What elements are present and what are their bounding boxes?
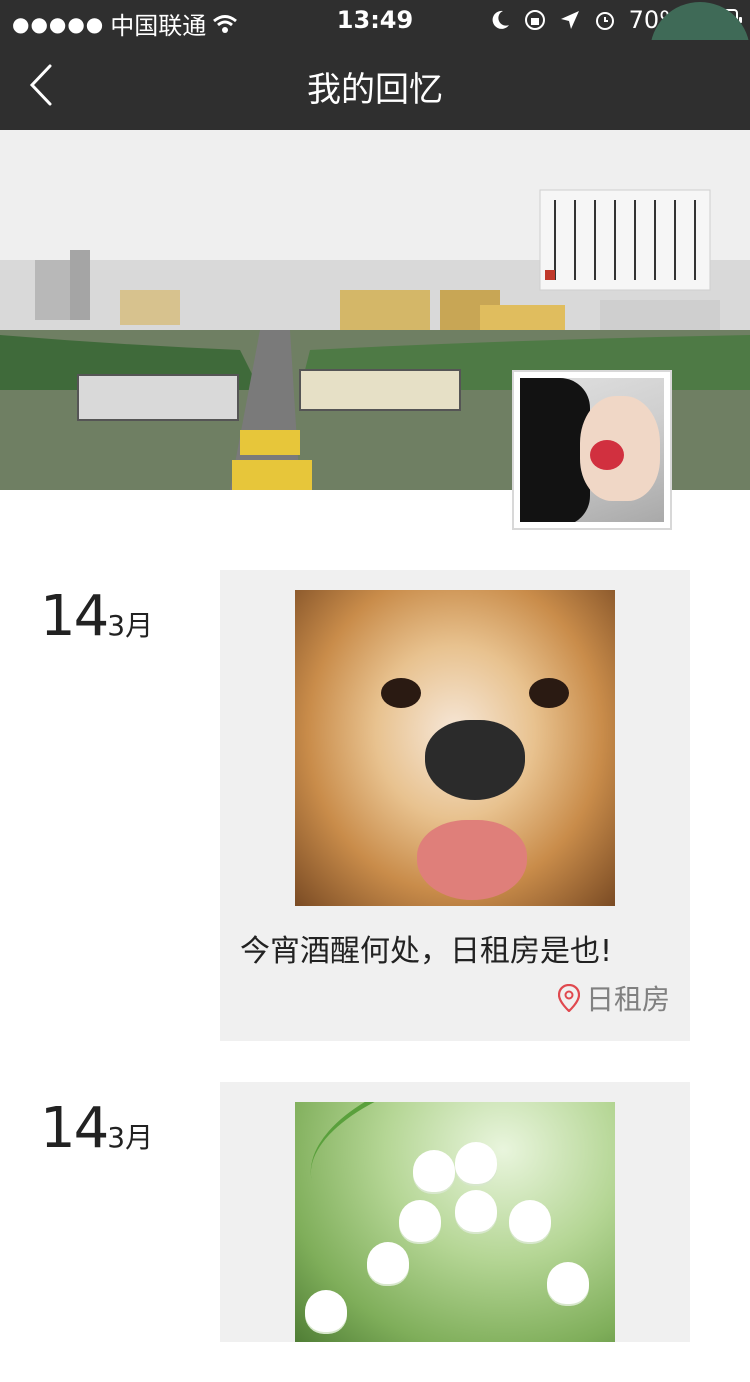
- location-label: 日租房: [585, 983, 670, 1016]
- page-title: 我的回忆: [307, 70, 443, 110]
- alarm-icon: [595, 12, 614, 30]
- navigation-bar: 我的回忆: [0, 40, 750, 130]
- entry-month: 3月: [107, 609, 154, 642]
- entry-day: 14: [40, 584, 109, 649]
- entry-month: 3月: [107, 1121, 154, 1154]
- memory-entry: 143月: [0, 1082, 750, 1382]
- rose-icon: [590, 440, 624, 470]
- dog-eye-right: [529, 678, 569, 708]
- orientation-lock-icon: [524, 10, 545, 30]
- dog-nose: [425, 720, 525, 800]
- memory-card[interactable]: [220, 1082, 690, 1342]
- dog-eye-left: [381, 678, 421, 708]
- status-bar: ●●●●● 中国联通 13:49 70%: [0, 0, 750, 40]
- location-arrow-icon: [560, 11, 579, 29]
- flower-bell: [399, 1200, 441, 1242]
- entry-day: 14: [40, 1096, 109, 1161]
- lily-of-the-valley-photo[interactable]: [295, 1102, 615, 1342]
- flower-bell: [413, 1150, 455, 1192]
- memory-caption: 今宵酒醒何处，日租房是也!: [240, 934, 613, 969]
- avatar-image: [520, 378, 664, 522]
- flower-bell: [455, 1142, 497, 1184]
- dog-photo[interactable]: [295, 590, 615, 906]
- flower-bell: [547, 1262, 589, 1304]
- entry-date: 143月: [40, 584, 153, 649]
- moon-icon: [492, 10, 509, 29]
- flower-bell: [305, 1290, 347, 1332]
- flower-bell: [367, 1242, 409, 1284]
- flower-stem: [295, 1102, 615, 1259]
- flower-bell: [455, 1190, 497, 1232]
- flower-bell: [509, 1200, 551, 1242]
- memory-card[interactable]: 今宵酒醒何处，日租房是也! 日租房: [220, 570, 690, 1041]
- map-pin-icon: [557, 984, 580, 1012]
- memory-entry: 143月 今宵酒醒何处，日租房是也! 日租房: [0, 570, 750, 1050]
- profile-avatar[interactable]: [512, 370, 672, 530]
- entry-date: 143月: [40, 1096, 153, 1161]
- memory-location[interactable]: 日租房: [557, 978, 670, 1018]
- dog-tongue: [417, 820, 527, 900]
